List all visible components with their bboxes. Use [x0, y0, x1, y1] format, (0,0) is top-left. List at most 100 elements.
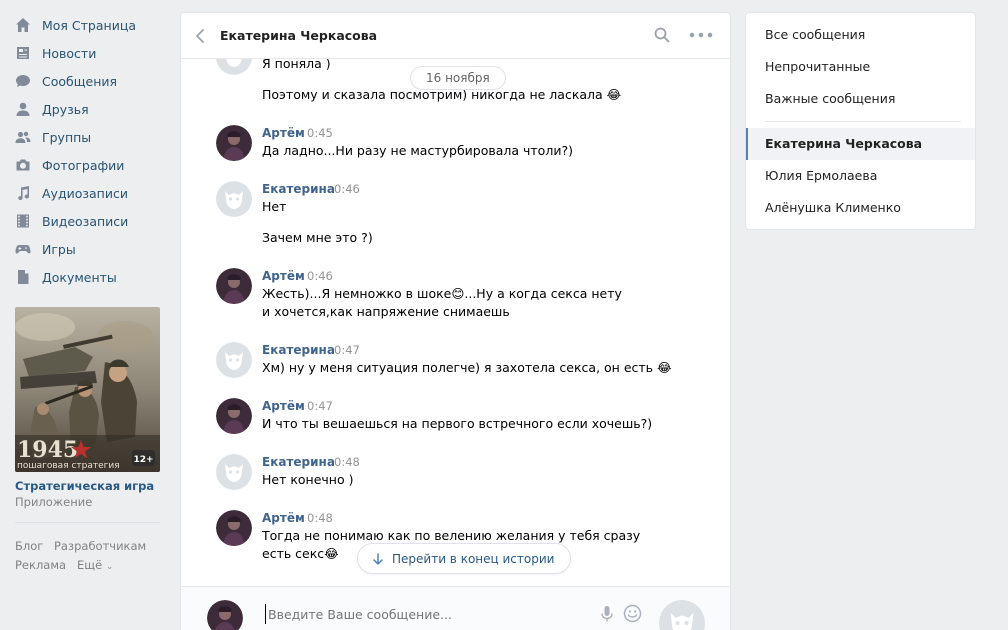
arrow-down-icon — [373, 552, 383, 565]
gamepad-icon — [14, 241, 31, 258]
message-author[interactable]: Екатерина — [262, 182, 335, 196]
scroll-to-end-label: Перейти в конец истории — [392, 551, 555, 566]
nav-item-my-page[interactable]: Моя Страница — [14, 11, 136, 39]
recipient-avatar[interactable] — [659, 600, 705, 630]
promo-title[interactable]: Стратегическая игра — [15, 479, 154, 493]
friends-icon — [14, 101, 31, 118]
footer-link-blog[interactable]: Блог — [15, 539, 43, 553]
app-promo-image[interactable]: 1945 пошаговая стратегия 12+ — [15, 307, 160, 472]
nav-item-photos[interactable]: Фотографии — [14, 151, 124, 179]
message-time[interactable]: 0:46 — [334, 182, 360, 196]
nav-item-groups[interactable]: Группы — [14, 123, 91, 151]
groups-icon — [14, 129, 31, 146]
avatar-artem[interactable] — [216, 125, 252, 161]
date-separator: 16 ноября — [410, 66, 506, 90]
message-text: Нет конечно ) — [262, 472, 354, 487]
nav-label: Друзья — [42, 101, 89, 117]
nav-label: Новости — [42, 45, 97, 61]
message-text: И что ты вешаешься на первого встречного… — [262, 416, 653, 431]
music-icon — [14, 185, 31, 202]
message-input[interactable] — [265, 604, 595, 624]
promo-game-title: 1945 — [17, 437, 78, 463]
message-text: Нет — [262, 199, 287, 214]
nav-label: Группы — [42, 129, 92, 145]
message-time[interactable]: 0:47 — [334, 343, 360, 357]
avatar-artem[interactable] — [216, 510, 252, 546]
footer-link-ads[interactable]: Реклама — [15, 558, 66, 572]
nav-label: Игры — [42, 241, 76, 257]
message-author[interactable]: Екатерина — [262, 343, 335, 357]
conversation-item[interactable]: Алёнушка Клименко — [746, 192, 975, 224]
message-text: Зачем мне это ?) — [262, 230, 373, 245]
chat-panel: Екатерина Черкасова Я поняла ) 16 ноября… — [180, 12, 731, 630]
search-icon[interactable] — [654, 27, 670, 43]
avatar-default[interactable] — [216, 342, 252, 378]
avatar-default[interactable] — [216, 181, 252, 217]
message-author[interactable]: Артём — [262, 269, 305, 283]
home-icon — [14, 17, 31, 34]
nav-item-games[interactable]: Игры — [14, 235, 76, 263]
conversation-name: Юлия Ермолаева — [765, 168, 878, 183]
promo-game-subtitle: пошаговая стратегия — [17, 461, 120, 471]
message-history[interactable]: Я поняла ) 16 ноября Поэтому и сказала п… — [181, 59, 730, 586]
nav-item-audio[interactable]: Аудиозаписи — [14, 179, 128, 207]
emoji-icon[interactable] — [623, 604, 642, 623]
message-composer — [181, 586, 730, 630]
nav-item-news[interactable]: Новости — [14, 39, 96, 67]
nav-label: Сообщения — [42, 73, 118, 89]
nav-label: Документы — [42, 269, 117, 285]
conversation-name: Алёнушка Клименко — [765, 200, 901, 215]
back-arrow-icon[interactable] — [193, 27, 209, 45]
promo-subtitle: Приложение — [15, 495, 93, 509]
nav-label: Фотографии — [42, 157, 125, 173]
conversation-name: Екатерина Черкасова — [765, 136, 923, 151]
conversation-item-active[interactable]: Екатерина Черкасова — [746, 128, 975, 160]
divider — [765, 121, 961, 122]
filter-unread[interactable]: Непрочитанные — [765, 59, 870, 74]
message-text: Да ладно...Ни разу не мастурбировала что… — [262, 143, 573, 158]
message-time[interactable]: 0:48 — [334, 455, 360, 469]
message-time[interactable]: 0:45 — [307, 126, 333, 140]
message-text: Жесть)...Я немножко в шоке😊...Ну а когда… — [262, 286, 622, 319]
conversation-filter-panel: Все сообщения Непрочитанные Важные сообщ… — [745, 12, 976, 230]
conversation-item[interactable]: Юлия Ермолаева — [746, 160, 975, 192]
news-icon — [14, 45, 31, 62]
chevron-down-icon: ⌄ — [105, 562, 114, 572]
nav-label: Моя Страница — [42, 17, 136, 33]
nav-label: Видеозаписи — [42, 213, 129, 229]
avatar-artem[interactable] — [216, 398, 252, 434]
more-options-icon[interactable] — [689, 27, 713, 43]
message-author[interactable]: Артём — [262, 126, 305, 140]
own-avatar[interactable] — [207, 600, 243, 630]
nav-item-documents[interactable]: Документы — [14, 263, 117, 291]
message-time[interactable]: 0:46 — [307, 269, 333, 283]
message-text: Хм) ну у меня ситуация полегче) я захоте… — [262, 360, 672, 375]
message-time[interactable]: 0:47 — [307, 399, 333, 413]
avatar-artem[interactable] — [216, 268, 252, 304]
filter-important[interactable]: Важные сообщения — [765, 91, 895, 106]
scroll-to-end-button[interactable]: Перейти в конец истории — [357, 543, 572, 574]
filter-all-messages[interactable]: Все сообщения — [765, 27, 865, 42]
avatar-default[interactable] — [216, 454, 252, 490]
camera-icon — [14, 157, 31, 174]
footer-more-label: Ещё — [77, 558, 103, 572]
age-rating-badge: 12+ — [133, 455, 153, 465]
nav-item-video[interactable]: Видеозаписи — [14, 207, 128, 235]
message-author[interactable]: Екатерина — [262, 455, 335, 469]
nav-item-messages[interactable]: Сообщения — [14, 67, 117, 95]
chat-title[interactable]: Екатерина Черкасова — [220, 28, 377, 43]
footer-link-developers[interactable]: Разработчикам — [54, 539, 146, 553]
avatar-default[interactable] — [216, 59, 252, 75]
messages-icon — [14, 73, 31, 90]
microphone-icon[interactable] — [600, 605, 614, 623]
nav-item-friends[interactable]: Друзья — [14, 95, 89, 123]
footer-link-more[interactable]: Ещё ⌄ — [77, 558, 113, 572]
video-icon — [14, 213, 31, 230]
document-icon — [14, 269, 31, 286]
message-time[interactable]: 0:48 — [307, 511, 333, 525]
divider — [15, 522, 160, 523]
message-author[interactable]: Артём — [262, 399, 305, 413]
chat-header: Екатерина Черкасова — [181, 13, 730, 59]
message-author[interactable]: Артём — [262, 511, 305, 525]
nav-label: Аудиозаписи — [42, 185, 128, 201]
